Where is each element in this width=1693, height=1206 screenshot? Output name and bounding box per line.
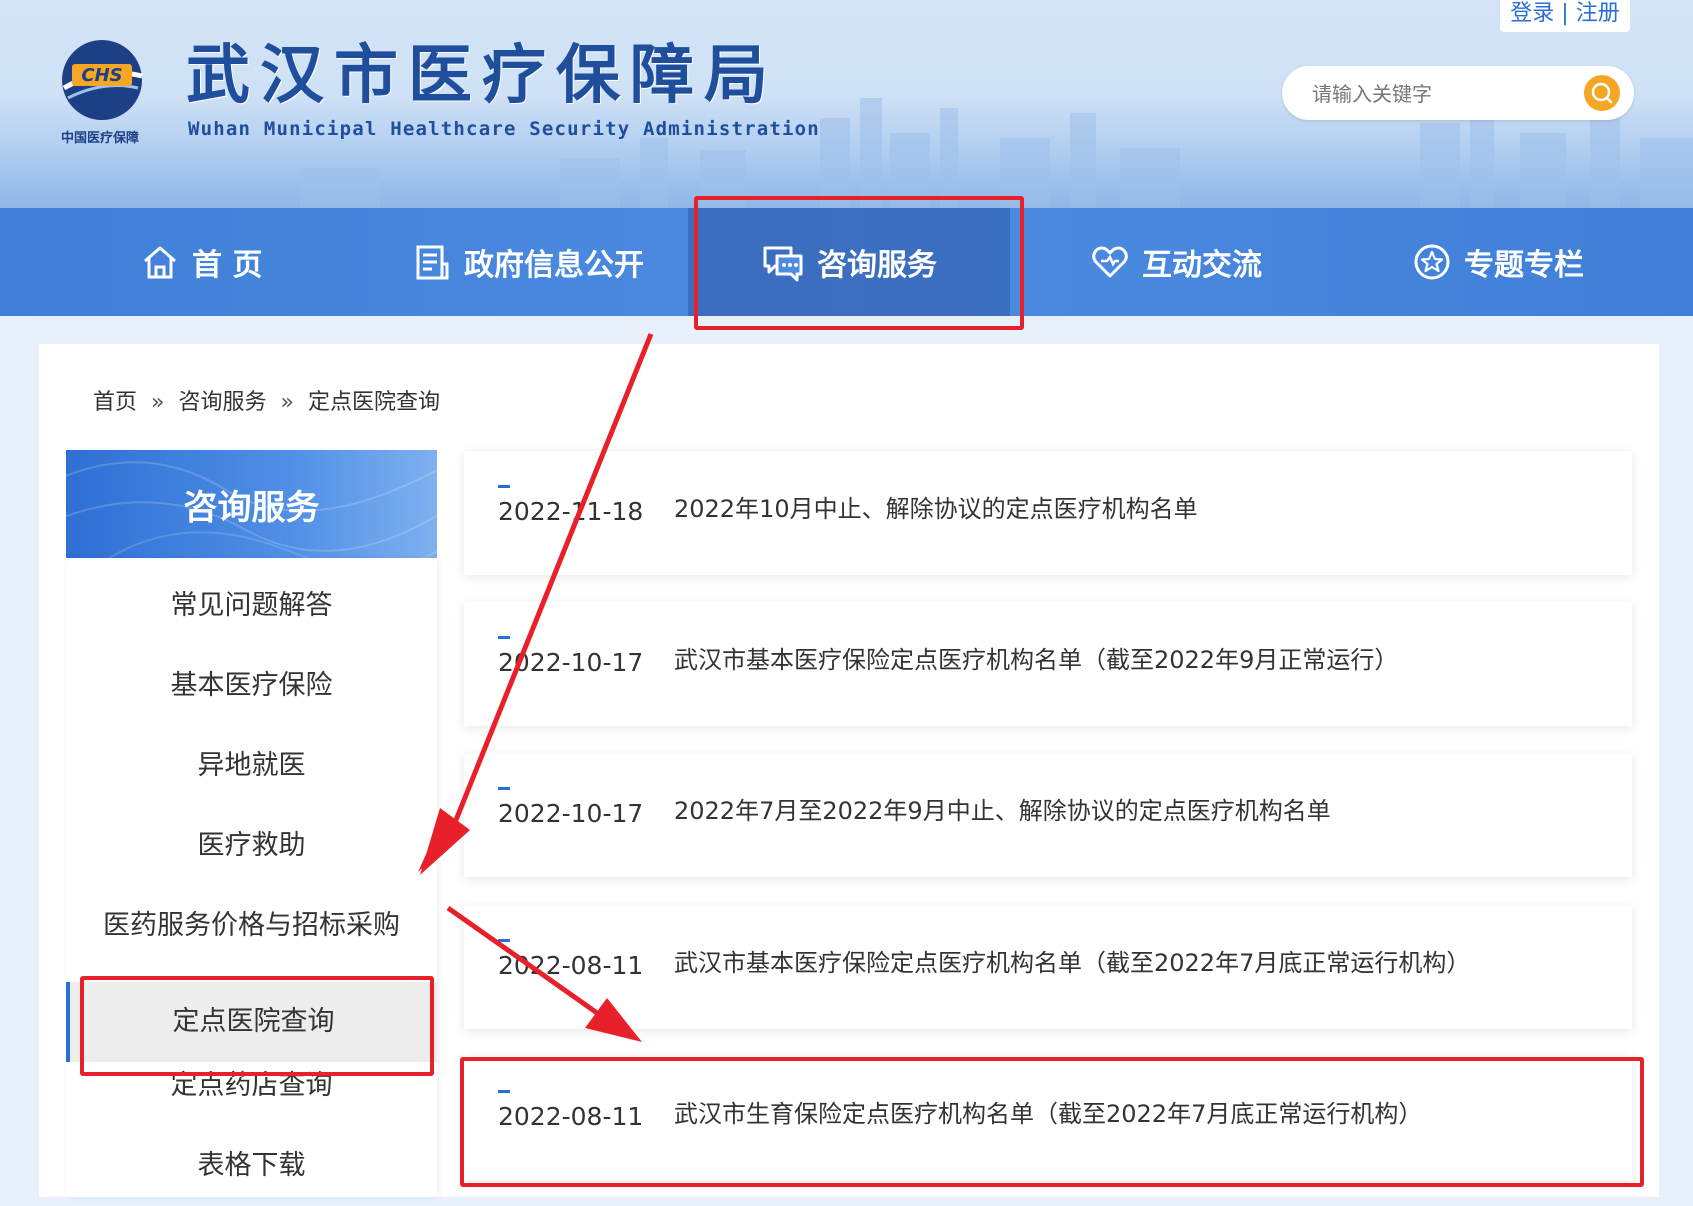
nav-label-interact: 互动交流 (1142, 248, 1262, 283)
auth-separator: | (1561, 1, 1569, 26)
search-button[interactable] (1584, 75, 1620, 111)
sidebar-title: 咨询服务 (183, 487, 320, 528)
article-date: 2022-11-18 (498, 497, 644, 526)
article-item[interactable]: 2022-08-11 武汉市基本医疗保险定点医疗机构名单（截至2022年7月底正… (464, 905, 1632, 1029)
search-input[interactable] (1310, 78, 1574, 110)
heart-icon (1092, 246, 1128, 278)
breadcrumb-current[interactable]: 定点医院查询 (308, 390, 440, 415)
nav-label-consult: 咨询服务 (817, 248, 937, 283)
nav-item-home[interactable]: 首 页 (140, 208, 262, 316)
main-nav: 首 页 政府信息公开 咨询服务 互动交流 专题专栏 (0, 208, 1693, 316)
sidebar-item-basic-insurance[interactable]: 基本医疗保险 (66, 646, 437, 726)
article-item[interactable]: 2022-10-17 2022年7月至2022年9月中止、解除协议的定点医疗机构… (464, 753, 1632, 877)
sidebar-item-remote-care[interactable]: 异地就医 (66, 726, 437, 806)
nav-item-gov-info[interactable]: 政府信息公开 (412, 208, 644, 316)
article-date: 2022-08-11 (498, 1102, 644, 1131)
document-icon (416, 245, 449, 280)
nav-label-home: 首 页 (192, 248, 263, 283)
article-item[interactable]: 2022-10-17 武汉市基本医疗保险定点医疗机构名单（截至2022年9月正常… (464, 602, 1632, 726)
chat-icon (763, 246, 803, 282)
sidebar-item-faq[interactable]: 常见问题解答 (66, 566, 437, 646)
sidebar-item-pricing-procurement[interactable]: 医药服务价格与招标采购 (66, 886, 437, 966)
article-item[interactable]: 2022-11-18 2022年10月中止、解除协议的定点医疗机构名单 (464, 451, 1632, 575)
svg-text:CHS: CHS (81, 65, 122, 86)
article-date: 2022-10-17 (498, 799, 644, 828)
svg-text:中国医疗保障: 中国医疗保障 (61, 130, 139, 146)
article-title[interactable]: 2022年7月至2022年9月中止、解除协议的定点医疗机构名单 (674, 791, 1331, 826)
nav-label-topics: 专题专栏 (1464, 248, 1584, 283)
breadcrumb: 首页 » 咨询服务 » 定点医院查询 (93, 384, 440, 416)
star-icon (1414, 244, 1450, 280)
register-link[interactable]: 注册 (1576, 1, 1620, 26)
article-title[interactable]: 2022年10月中止、解除协议的定点医疗机构名单 (674, 489, 1198, 524)
date-marker (498, 485, 510, 488)
date-marker (498, 787, 510, 790)
sidebar-item-medical-aid[interactable]: 医疗救助 (66, 806, 437, 886)
breadcrumb-consult[interactable]: 咨询服务 (178, 390, 266, 415)
home-icon (144, 246, 176, 279)
article-date: 2022-10-17 (498, 648, 644, 677)
site-subtitle: Wuhan Municipal Healthcare Security Admi… (188, 118, 820, 140)
search-icon (1591, 82, 1613, 104)
article-item[interactable]: 2022-08-11 武汉市生育保险定点医疗机构名单（截至2022年7月底正常运… (464, 1056, 1632, 1180)
auth-links: 登录 | 注册 (1500, 0, 1630, 32)
breadcrumb-home[interactable]: 首页 (93, 390, 137, 415)
article-title[interactable]: 武汉市生育保险定点医疗机构名单（截至2022年7月底正常运行机构） (674, 1094, 1422, 1129)
nav-item-interact[interactable]: 互动交流 (1090, 208, 1262, 316)
search-box (1282, 66, 1634, 120)
sidebar-header: 咨询服务 (66, 450, 437, 558)
breadcrumb-separator: » (151, 390, 165, 415)
site-title: 武汉市医疗保障局 (186, 38, 778, 113)
nav-label-gov-info: 政府信息公开 (464, 248, 644, 283)
chs-logo: CHS 中国医疗保障 (61, 40, 143, 146)
sidebar-item-pharmacy-query[interactable]: 定点药店查询 (66, 1046, 437, 1126)
nav-item-consult[interactable]: 咨询服务 (688, 208, 1010, 316)
nav-item-topics[interactable]: 专题专栏 (1412, 208, 1584, 316)
sidebar-item-form-download[interactable]: 表格下载 (66, 1126, 437, 1206)
article-title[interactable]: 武汉市基本医疗保险定点医疗机构名单（截至2022年9月正常运行） (674, 640, 1398, 675)
sidebar-menu: 常见问题解答 基本医疗保险 异地就医 医疗救助 医药服务价格与招标采购 定点医院… (66, 558, 437, 1197)
breadcrumb-separator: » (280, 390, 294, 415)
date-marker (498, 939, 510, 942)
article-date: 2022-08-11 (498, 951, 644, 980)
site-header: CHS 中国医疗保障 武汉市医疗保障局 Wuhan Municipal Heal… (0, 0, 1693, 208)
date-marker (498, 1090, 510, 1093)
article-title[interactable]: 武汉市基本医疗保险定点医疗机构名单（截至2022年7月底正常运行机构） (674, 943, 1470, 978)
login-link[interactable]: 登录 (1510, 1, 1554, 26)
date-marker (498, 636, 510, 639)
